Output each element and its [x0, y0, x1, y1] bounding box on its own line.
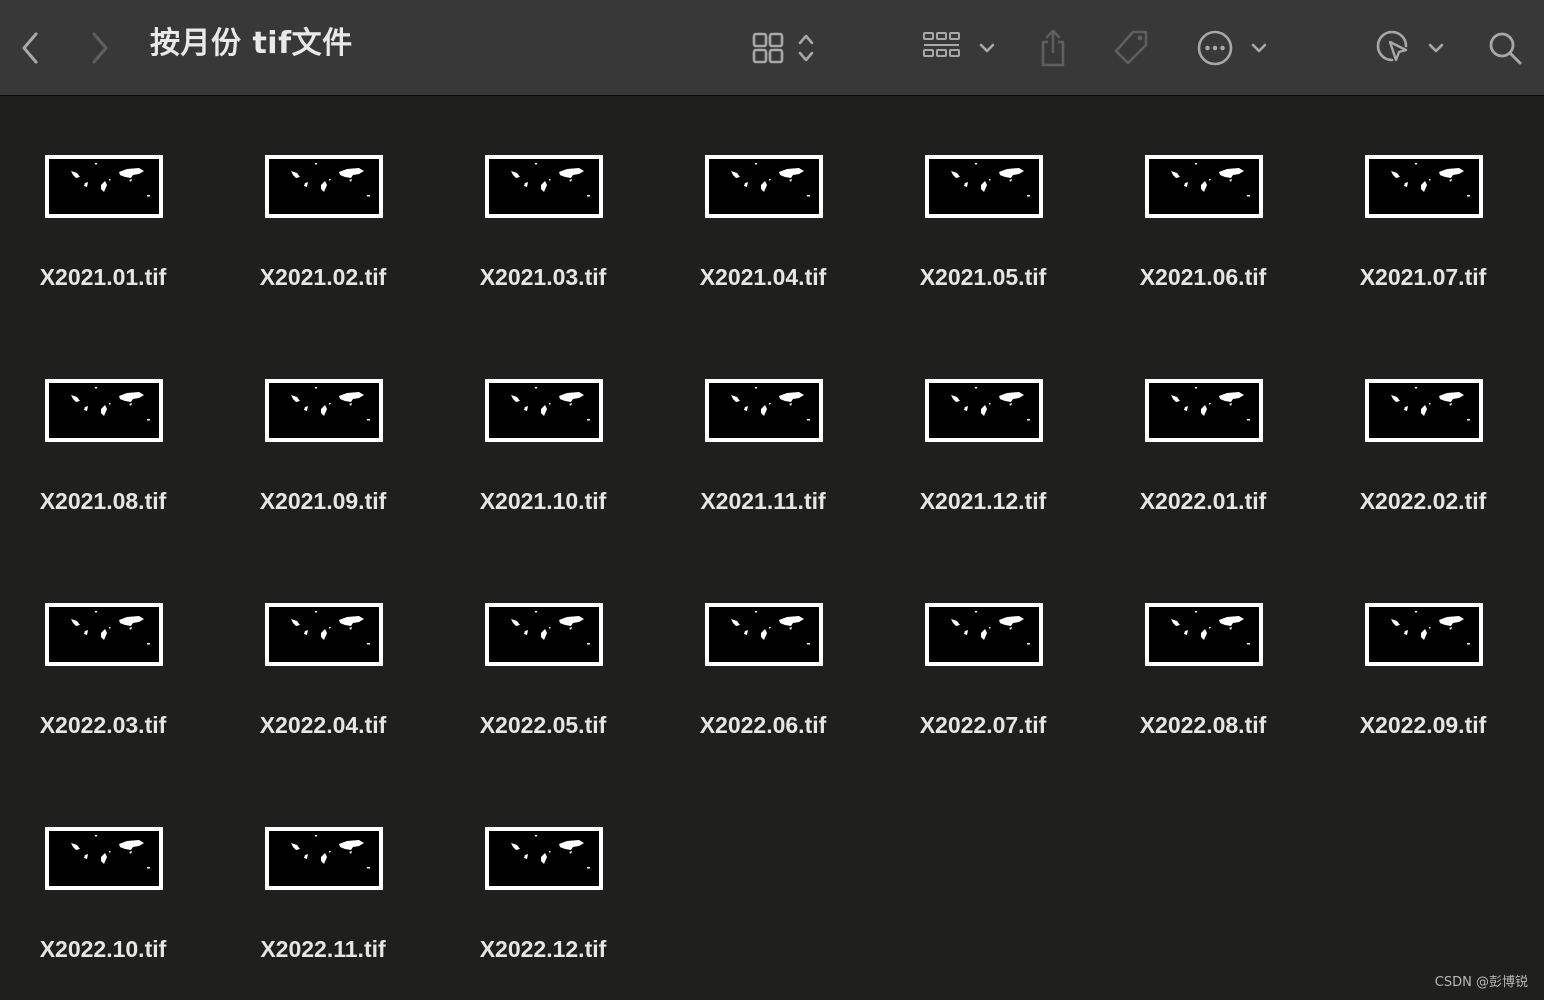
file-item[interactable]: X2021.12.tif: [880, 321, 1100, 521]
file-name-label[interactable]: X2022.06.tif: [660, 712, 866, 739]
file-name-label[interactable]: X2021.08.tif: [0, 488, 206, 515]
markup-button[interactable]: [1374, 0, 1446, 96]
more-icon: [1197, 30, 1233, 66]
file-thumbnail[interactable]: [705, 379, 823, 442]
group-button[interactable]: [920, 0, 998, 96]
file-name-label[interactable]: X2022.05.tif: [440, 712, 646, 739]
share-button[interactable]: [1032, 0, 1074, 96]
file-thumbnail[interactable]: [705, 155, 823, 218]
file-thumbnail[interactable]: [265, 155, 383, 218]
file-item[interactable]: X2021.09.tif: [220, 321, 440, 521]
file-name-label[interactable]: X2021.04.tif: [660, 264, 866, 291]
file-item[interactable]: X2022.12.tif: [440, 769, 660, 969]
group-icon: [923, 32, 960, 57]
window-title: 按月份 tif文件: [150, 26, 353, 61]
file-thumbnail[interactable]: [1145, 155, 1263, 218]
file-item[interactable]: X2022.05.tif: [440, 545, 660, 745]
file-thumbnail[interactable]: [1365, 155, 1483, 218]
file-item[interactable]: X2022.01.tif: [1100, 321, 1320, 521]
file-item[interactable]: X2021.05.tif: [880, 97, 1100, 297]
file-thumbnail[interactable]: [1365, 603, 1483, 666]
file-item[interactable]: X2022.09.tif: [1320, 545, 1540, 745]
file-thumbnail[interactable]: [1145, 603, 1263, 666]
file-name-label[interactable]: X2021.10.tif: [440, 488, 646, 515]
file-item[interactable]: X2021.06.tif: [1100, 97, 1320, 297]
file-thumbnail[interactable]: [925, 379, 1043, 442]
file-thumbnail[interactable]: [485, 603, 603, 666]
file-item[interactable]: X2022.10.tif: [0, 769, 220, 969]
file-name-label[interactable]: X2021.06.tif: [1100, 264, 1306, 291]
file-thumbnail[interactable]: [485, 827, 603, 890]
file-name-label[interactable]: X2022.12.tif: [440, 936, 646, 963]
chevron-down-icon: [979, 43, 995, 53]
tag-button[interactable]: [1108, 0, 1154, 96]
chevron-right-icon: [92, 32, 108, 64]
file-name-label[interactable]: X2021.03.tif: [440, 264, 646, 291]
file-name-label[interactable]: X2021.12.tif: [880, 488, 1086, 515]
file-item[interactable]: X2021.04.tif: [660, 97, 880, 297]
file-name-label[interactable]: X2021.11.tif: [660, 488, 866, 515]
file-name-label[interactable]: X2022.10.tif: [0, 936, 206, 963]
file-name-label[interactable]: X2021.05.tif: [880, 264, 1086, 291]
up-down-chevron-icon: [798, 34, 814, 62]
file-name-label[interactable]: X2022.01.tif: [1100, 488, 1306, 515]
tag-icon: [1114, 30, 1148, 65]
file-thumbnail[interactable]: [1365, 379, 1483, 442]
file-thumbnail[interactable]: [1145, 379, 1263, 442]
watermark: CSDN @彭博锐: [1434, 975, 1528, 990]
file-thumbnail[interactable]: [705, 603, 823, 666]
file-item[interactable]: X2021.07.tif: [1320, 97, 1540, 297]
file-name-label[interactable]: X2021.09.tif: [220, 488, 426, 515]
file-thumbnail[interactable]: [45, 155, 163, 218]
file-thumbnail[interactable]: [265, 379, 383, 442]
file-item[interactable]: X2021.10.tif: [440, 321, 660, 521]
share-icon: [1041, 29, 1065, 67]
file-item[interactable]: X2022.04.tif: [220, 545, 440, 745]
file-item[interactable]: X2021.03.tif: [440, 97, 660, 297]
file-thumbnail[interactable]: [265, 603, 383, 666]
file-thumbnail[interactable]: [485, 155, 603, 218]
file-name-label[interactable]: X2022.08.tif: [1100, 712, 1306, 739]
file-thumbnail[interactable]: [265, 827, 383, 890]
back-button[interactable]: [12, 0, 48, 96]
search-icon: [1489, 32, 1522, 65]
file-item[interactable]: X2022.08.tif: [1100, 545, 1320, 745]
file-item[interactable]: X2021.11.tif: [660, 321, 880, 521]
file-item[interactable]: X2022.03.tif: [0, 545, 220, 745]
view-mode-button[interactable]: [744, 0, 824, 96]
file-name-label[interactable]: X2021.02.tif: [220, 264, 426, 291]
file-thumbnail[interactable]: [45, 379, 163, 442]
file-item[interactable]: X2022.02.tif: [1320, 321, 1540, 521]
file-name-label[interactable]: X2021.07.tif: [1320, 264, 1526, 291]
file-thumbnail[interactable]: [925, 155, 1043, 218]
file-name-label[interactable]: X2022.11.tif: [220, 936, 426, 963]
file-item[interactable]: X2022.11.tif: [220, 769, 440, 969]
forward-button[interactable]: [82, 0, 118, 96]
toolbar: 按月份 tif文件: [0, 0, 1544, 96]
file-item[interactable]: X2021.08.tif: [0, 321, 220, 521]
file-thumbnail[interactable]: [485, 379, 603, 442]
file-item[interactable]: X2022.07.tif: [880, 545, 1100, 745]
chevron-down-icon: [1428, 43, 1444, 53]
file-name-label[interactable]: X2022.09.tif: [1320, 712, 1526, 739]
file-item[interactable]: X2021.02.tif: [220, 97, 440, 297]
markup-icon: [1376, 30, 1408, 62]
file-thumbnail[interactable]: [925, 603, 1043, 666]
file-name-label[interactable]: X2022.02.tif: [1320, 488, 1526, 515]
file-name-label[interactable]: X2022.07.tif: [880, 712, 1086, 739]
file-item[interactable]: X2022.06.tif: [660, 545, 880, 745]
search-button[interactable]: [1484, 0, 1526, 96]
file-name-label[interactable]: X2022.04.tif: [220, 712, 426, 739]
file-thumbnail[interactable]: [45, 603, 163, 666]
file-thumbnail[interactable]: [45, 827, 163, 890]
chevron-down-icon: [1251, 43, 1267, 53]
more-actions-button[interactable]: [1196, 0, 1268, 96]
grid-view-icon: [752, 32, 784, 64]
chevron-left-icon: [22, 32, 38, 64]
file-name-label[interactable]: X2021.01.tif: [0, 264, 206, 291]
file-item[interactable]: X2021.01.tif: [0, 97, 220, 297]
file-name-label[interactable]: X2022.03.tif: [0, 712, 206, 739]
file-grid: X2021.01.tif X2021.02.tif X2021.03.tif X202…: [0, 97, 1544, 1000]
